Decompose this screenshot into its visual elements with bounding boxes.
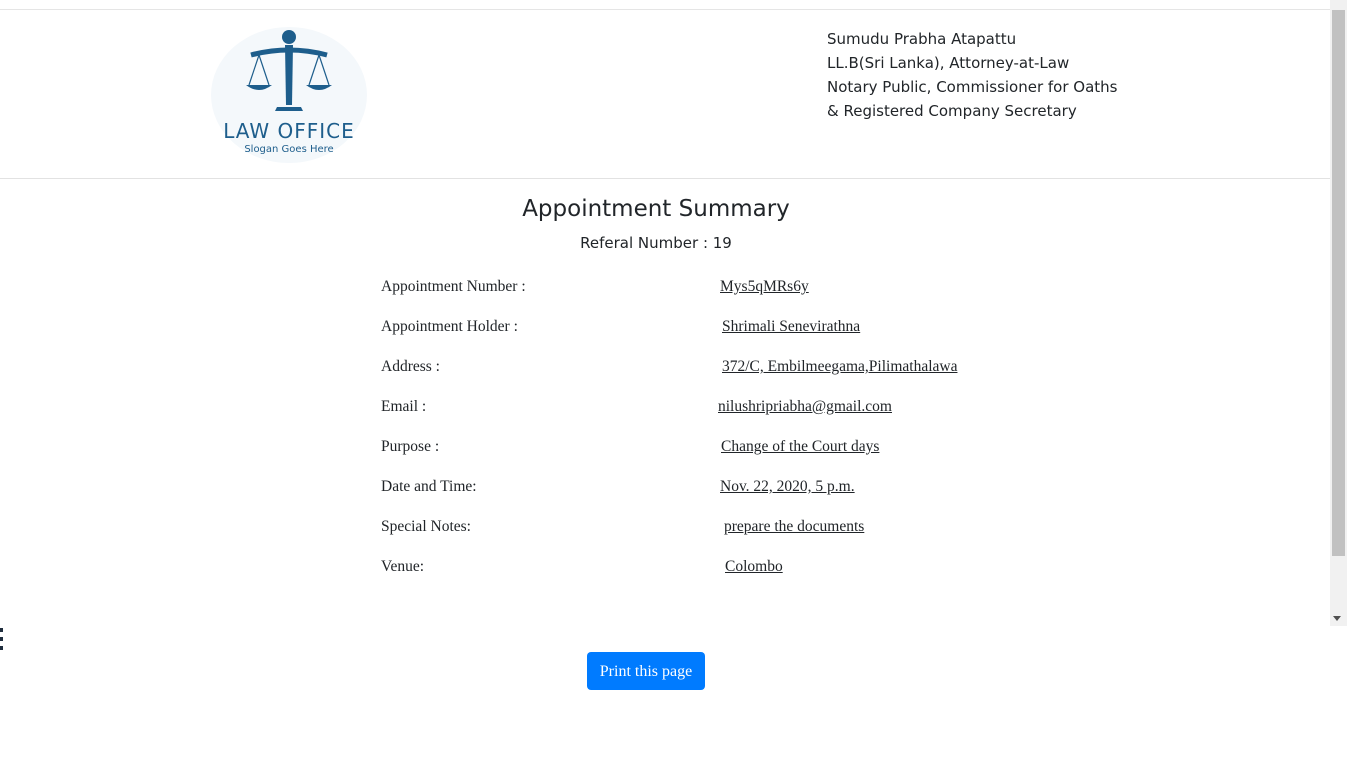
- detail-label: Appointment Holder :: [381, 318, 518, 335]
- detail-value: nilushripriabha@gmail.com: [718, 398, 892, 415]
- detail-value: Shrimali Senevirathna: [722, 318, 861, 335]
- detail-row-date-time: Date and Time: Nov. 22, 2020, 5 p.m.: [381, 478, 1021, 518]
- print-page-button[interactable]: Print this page: [587, 652, 705, 690]
- attorney-name: Sumudu Prabha Atapattu: [827, 30, 1017, 48]
- detail-value: 372/C, Embilmeegama,Pilimathalawa: [722, 358, 958, 375]
- attorney-secretary-role: & Registered Company Secretary: [827, 102, 1077, 120]
- detail-row-email: Email : nilushripriabha@gmail.com: [381, 398, 1021, 438]
- detail-row-purpose: Purpose : Change of the Court days: [381, 438, 1021, 478]
- logo-slogan: Slogan Goes Here: [244, 144, 334, 155]
- scroll-down-arrow-icon[interactable]: [1333, 616, 1341, 621]
- appointment-details: Appointment Number : Mys5qMRs6y Appointm…: [381, 278, 1021, 598]
- detail-row-address: Address : 372/C, Embilmeegama,Pilimathal…: [381, 358, 1021, 398]
- scrollbar-thumb[interactable]: [1332, 10, 1345, 556]
- law-office-logo: LAW OFFICE Slogan Goes Here: [211, 27, 367, 163]
- attorney-qualification: LL.B(Sri Lanka), Attorney-at-Law: [827, 54, 1070, 72]
- detail-value: Colombo: [725, 558, 783, 575]
- detail-row-special-notes: Special Notes: prepare the documents: [381, 518, 1021, 558]
- page-header: LAW OFFICE Slogan Goes Here Sumudu Prabh…: [0, 10, 1330, 179]
- firm-info: Sumudu Prabha Atapattu LL.B(Sri Lanka), …: [827, 27, 1118, 123]
- detail-value: prepare the documents: [724, 518, 865, 535]
- detail-row-venue: Venue: Colombo: [381, 558, 1021, 598]
- detail-label: Special Notes:: [381, 518, 471, 535]
- detail-value: Nov. 22, 2020, 5 p.m.: [720, 478, 855, 495]
- detail-row-appointment-number: Appointment Number : Mys5qMRs6y: [381, 278, 1021, 318]
- detail-value: Mys5qMRs6y: [720, 278, 809, 295]
- detail-label: Purpose :: [381, 438, 440, 455]
- logo-title: LAW OFFICE: [223, 119, 355, 143]
- detail-label: Email :: [381, 398, 427, 415]
- page-title: Appointment Summary: [522, 196, 790, 222]
- detail-row-appointment-holder: Appointment Holder : Shrimali Senevirath…: [381, 318, 1021, 358]
- attorney-role: Notary Public, Commissioner for Oaths: [827, 78, 1118, 96]
- detail-value: Change of the Court days: [721, 438, 880, 455]
- detail-label: Date and Time:: [381, 478, 477, 495]
- detail-label: Address :: [381, 358, 440, 375]
- detail-label: Venue:: [381, 558, 425, 575]
- side-drag-handle[interactable]: [0, 628, 3, 658]
- referal-number: Referal Number : 19: [580, 234, 732, 252]
- detail-label: Appointment Number :: [381, 278, 526, 295]
- vertical-scrollbar[interactable]: [1330, 0, 1347, 626]
- appointment-summary-page: LAW OFFICE Slogan Goes Here Sumudu Prabh…: [0, 0, 1366, 768]
